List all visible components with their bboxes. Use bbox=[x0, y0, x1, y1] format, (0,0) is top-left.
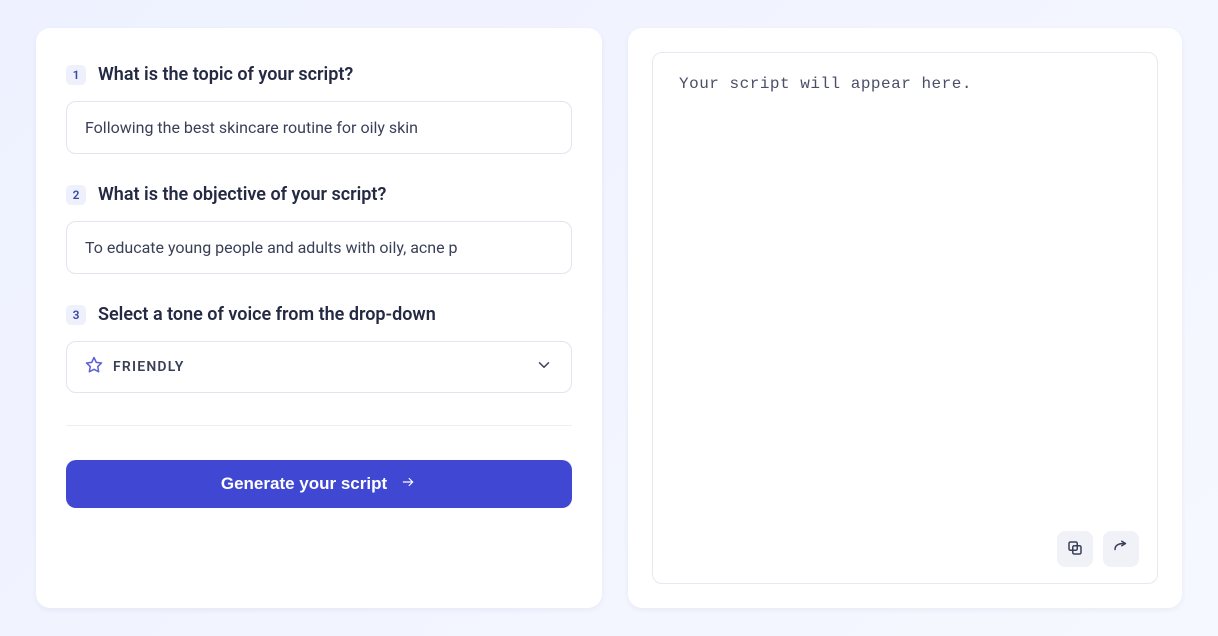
field-label: 3 Select a tone of voice from the drop-d… bbox=[66, 304, 572, 325]
output-box: Your script will appear here. bbox=[652, 52, 1158, 584]
chevron-down-icon bbox=[535, 356, 553, 378]
generate-button[interactable]: Generate your script bbox=[66, 460, 572, 508]
copy-icon bbox=[1066, 539, 1084, 560]
output-actions bbox=[1057, 531, 1139, 567]
output-placeholder: Your script will appear here. bbox=[679, 75, 1131, 93]
arrow-right-icon bbox=[399, 474, 417, 494]
field-label: 1 What is the topic of your script? bbox=[66, 64, 572, 85]
topic-label: What is the topic of your script? bbox=[98, 64, 353, 85]
field-topic: 1 What is the topic of your script? bbox=[66, 64, 572, 154]
tone-label: Select a tone of voice from the drop-dow… bbox=[98, 304, 436, 325]
select-value-wrap: FRIENDLY bbox=[85, 356, 185, 378]
copy-button[interactable] bbox=[1057, 531, 1093, 567]
tone-selected-value: FRIENDLY bbox=[113, 359, 185, 375]
field-tone: 3 Select a tone of voice from the drop-d… bbox=[66, 304, 572, 393]
field-objective: 2 What is the objective of your script? bbox=[66, 184, 572, 274]
share-button[interactable] bbox=[1103, 531, 1139, 567]
step-badge: 2 bbox=[66, 185, 86, 205]
objective-label: What is the objective of your script? bbox=[98, 184, 386, 205]
step-badge: 1 bbox=[66, 65, 86, 85]
topic-input[interactable] bbox=[66, 101, 572, 154]
form-panel: 1 What is the topic of your script? 2 Wh… bbox=[36, 28, 602, 608]
star-icon bbox=[85, 356, 103, 378]
output-panel: Your script will appear here. bbox=[628, 28, 1182, 608]
tone-select[interactable]: FRIENDLY bbox=[66, 341, 572, 393]
divider bbox=[66, 425, 572, 426]
generate-button-label: Generate your script bbox=[221, 474, 387, 494]
step-badge: 3 bbox=[66, 305, 86, 325]
share-arrow-icon bbox=[1112, 539, 1130, 560]
objective-input[interactable] bbox=[66, 221, 572, 274]
field-label: 2 What is the objective of your script? bbox=[66, 184, 572, 205]
